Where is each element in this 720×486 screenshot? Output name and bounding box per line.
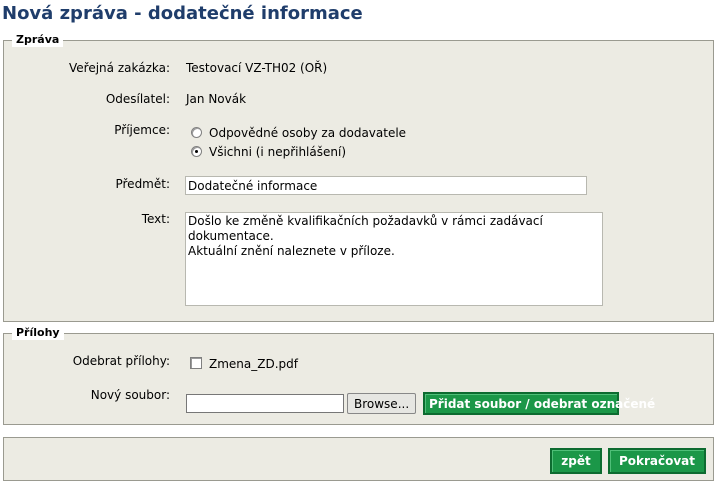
recipient-radio-all[interactable] — [191, 146, 202, 157]
contract-label: Veřejná zakázka: — [69, 61, 170, 75]
attachment-filename: Zmena_ZD.pdf — [209, 357, 298, 371]
message-legend: Zpráva — [12, 33, 64, 47]
sender-label: Odesílatel: — [105, 92, 170, 106]
add-remove-attachment-button[interactable]: Přidat soubor / odebrat označené — [423, 392, 655, 415]
recipient-radio-responsible[interactable] — [191, 127, 202, 138]
message-panel: Zpráva Veřejná zakázka: Testovací VZ-TH0… — [3, 33, 714, 322]
file-path-input[interactable] — [186, 394, 344, 413]
browse-button[interactable]: Browse... — [347, 393, 417, 414]
text-label: Text: — [141, 212, 170, 226]
recipient-option-all[interactable]: Všichni (i nepřihlášení) — [209, 145, 346, 160]
remove-attachments-label: Odebrat přílohy: — [72, 354, 170, 368]
page-title: Nová zpráva - dodatečné informace — [2, 3, 363, 24]
continue-button[interactable]: Pokračovat — [608, 448, 706, 474]
message-textarea[interactable]: Došlo ke změně kvalifikačních požadavků … — [185, 212, 603, 306]
sender-value: Jan Novák — [186, 92, 247, 106]
new-file-label: Nový soubor: — [90, 388, 170, 402]
attachments-panel: Přílohy Odebrat přílohy: Zmena_ZD.pdf No… — [3, 326, 714, 425]
attachments-legend: Přílohy — [12, 326, 64, 340]
contract-value: Testovací VZ-TH02 (OŘ) — [186, 61, 328, 75]
subject-label: Předmět: — [115, 177, 170, 191]
back-button[interactable]: zpět — [550, 448, 602, 474]
recipient-option-responsible[interactable]: Odpovědné osoby za dodavatele — [209, 126, 406, 141]
footer-panel: zpět Pokračovat — [3, 437, 714, 481]
subject-input[interactable] — [185, 176, 587, 195]
attachment-checkbox[interactable] — [190, 357, 202, 369]
recipient-label: Příjemce: — [114, 123, 170, 137]
